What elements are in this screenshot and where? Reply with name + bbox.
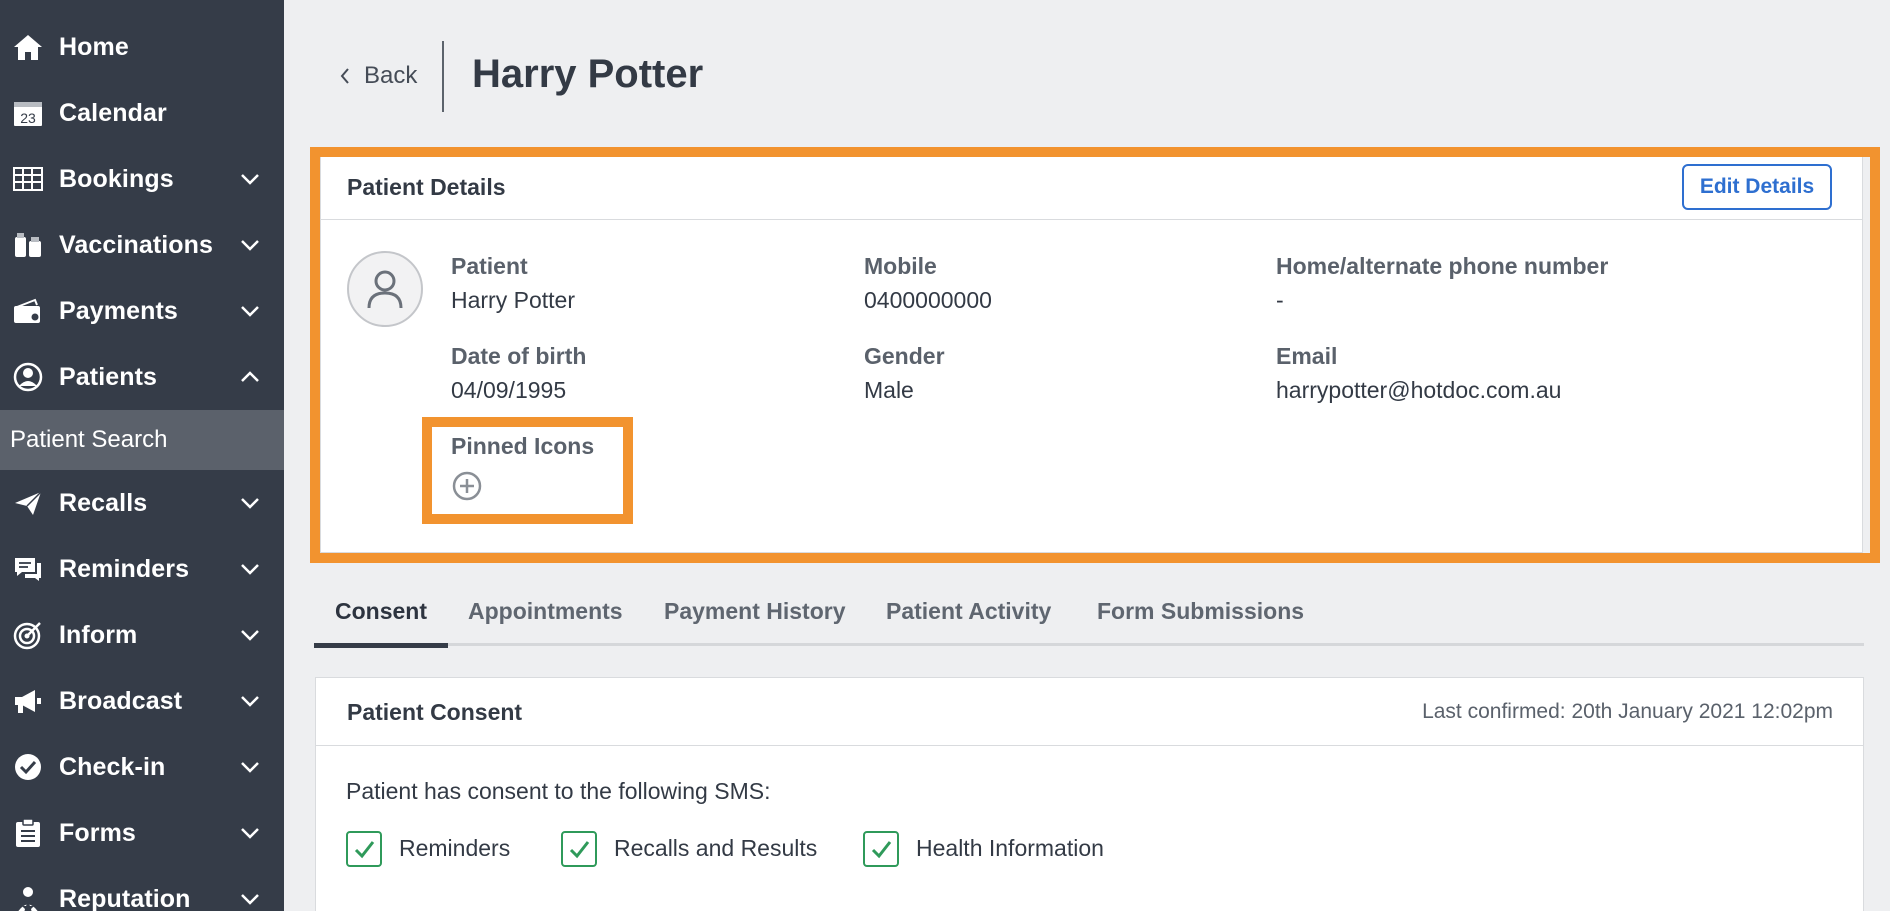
chevron-down-icon [241,564,259,575]
payments-icon [12,295,44,327]
calendar-icon: 23 [12,97,44,129]
tab-consent[interactable]: Consent [335,598,427,625]
calendar-day-text: 23 [20,110,36,126]
tab-patient-activity[interactable]: Patient Activity [886,598,1051,625]
sidebar-item-inform[interactable]: Inform [0,602,284,668]
sidebar-item-label: Reminders [59,554,190,583]
sidebar-item-patient-search[interactable]: Patient Search [0,410,284,470]
checkmark-icon [569,841,590,859]
reminders-label: Reminders [399,835,511,861]
send-icon [12,487,44,519]
vaccinations-icon [12,229,44,261]
chevron-down-icon [241,762,259,773]
sidebar-item-recalls[interactable]: Recalls [0,470,284,536]
chevron-up-icon [241,371,259,382]
bookings-icon [12,163,44,195]
sidebar-item-label: Patients [59,362,158,391]
chevron-down-icon [241,696,259,707]
checkmark-icon [871,841,892,859]
chevron-down-icon [241,894,259,905]
pinned-icons-highlight [422,417,633,524]
chevron-down-icon [241,498,259,509]
sidebar-item-patients[interactable]: Patients [0,344,284,410]
header-divider [442,41,444,112]
consent-description: Patient has consent to the following SMS… [346,778,771,804]
chevron-down-icon [241,240,259,251]
page-title: Harry Potter [472,52,704,96]
sidebar-item-reputation[interactable]: Reputation [0,866,284,911]
sidebar-item-label: Calendar [59,98,167,127]
sidebar-item-payments[interactable]: Payments [0,278,284,344]
sidebar-item-label: Vaccinations [59,230,214,259]
chevron-down-icon [241,174,259,185]
checkmark-icon [354,841,375,859]
sidebar: Home 23 Calendar Bookings Vaccinations P… [0,0,284,911]
sidebar-item-check-in[interactable]: Check-in [0,734,284,800]
chevron-down-icon [241,828,259,839]
back-button[interactable]: Back [338,58,417,94]
health-information-checkbox[interactable] [863,831,899,867]
active-tab-indicator [314,643,448,648]
chat-icon [12,553,44,585]
chevron-down-icon [241,630,259,641]
back-label: Back [364,62,418,89]
clipboard-icon [12,817,44,849]
check-circle-icon [12,751,44,783]
sidebar-item-label: Bookings [59,164,174,193]
sidebar-sub-item-label: Patient Search [10,426,168,453]
tabs-divider [314,643,1864,646]
health-information-label: Health Information [916,835,1104,861]
sidebar-item-home[interactable]: Home [0,14,284,80]
sidebar-item-label: Reputation [59,884,191,911]
sidebar-item-label: Broadcast [59,686,183,715]
tab-appointments[interactable]: Appointments [468,598,623,625]
card-title: Patient Consent [347,699,523,725]
target-icon [12,619,44,651]
sidebar-item-bookings[interactable]: Bookings [0,146,284,212]
megaphone-icon [12,685,44,717]
recalls-results-label: Recalls and Results [614,835,818,861]
sidebar-item-label: Check-in [59,752,166,781]
sidebar-item-label: Inform [59,620,138,649]
reminders-checkbox[interactable] [346,831,382,867]
card-header: Patient Consent Last confirmed: 20th Jan… [316,678,1863,746]
tab-payment-history[interactable]: Payment History [664,598,846,625]
home-icon [12,31,44,63]
sidebar-item-vaccinations[interactable]: Vaccinations [0,212,284,278]
recalls-results-checkbox[interactable] [561,831,597,867]
sidebar-item-reminders[interactable]: Reminders [0,536,284,602]
sidebar-item-broadcast[interactable]: Broadcast [0,668,284,734]
sidebar-item-forms[interactable]: Forms [0,800,284,866]
chevron-left-icon [340,68,349,84]
reputation-icon [12,883,44,911]
sidebar-item-label: Home [59,32,129,61]
sidebar-item-label: Payments [59,296,178,325]
sidebar-item-label: Forms [59,818,136,847]
patients-icon [12,361,44,393]
chevron-down-icon [241,306,259,317]
last-confirmed-text: Last confirmed: 20th January 2021 12:02p… [1422,700,1833,723]
sidebar-item-label: Recalls [59,488,148,517]
sidebar-item-calendar[interactable]: 23 Calendar [0,80,284,146]
tab-form-submissions[interactable]: Form Submissions [1097,598,1304,625]
